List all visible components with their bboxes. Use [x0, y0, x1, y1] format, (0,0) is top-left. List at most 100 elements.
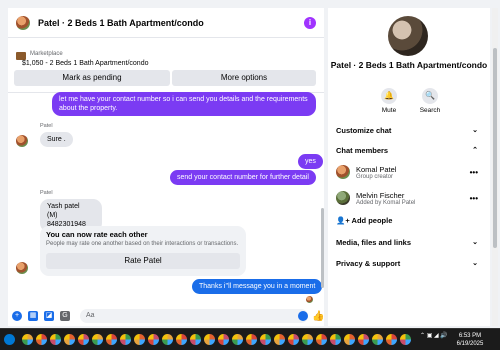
outgoing-message[interactable]: yes — [298, 154, 323, 169]
sender-avatar[interactable] — [16, 262, 28, 274]
add-person-icon: 👤+ — [336, 216, 350, 225]
outgoing-message[interactable]: send your contact number for further det… — [170, 170, 316, 185]
taskbar-app-icon[interactable] — [344, 334, 355, 345]
search-label: Search — [419, 107, 441, 114]
taskbar-app-icon[interactable] — [78, 334, 89, 345]
taskbar-app-icon[interactable] — [260, 334, 271, 345]
taskbar-app-icon[interactable] — [400, 334, 411, 345]
member-item[interactable]: Melvin Fischer Added by Komal Patel ••• — [336, 189, 482, 209]
gif-icon[interactable]: G — [60, 311, 70, 321]
privacy-label: Privacy & support — [336, 259, 401, 268]
contact-name: Yash patel — [47, 203, 80, 210]
taskbar-app-icon[interactable] — [274, 334, 285, 345]
rate-subtitle: People may rate one another based on the… — [46, 241, 239, 247]
taskbar-app-icon[interactable] — [372, 334, 383, 345]
taskbar-app-icon[interactable] — [50, 334, 61, 345]
taskbar-app-icon[interactable] — [288, 334, 299, 345]
taskbar-app-icon[interactable] — [232, 334, 243, 345]
like-icon[interactable]: 👍 — [312, 311, 324, 322]
messenger-window: Patel · 2 Beds 1 Bath Apartment/condo i … — [0, 0, 500, 328]
page-scrollbar[interactable] — [492, 8, 498, 326]
chat-header: Patel · 2 Beds 1 Bath Apartment/condo i — [8, 8, 324, 38]
search-icon: 🔍 — [422, 88, 438, 104]
taskbar-app-icon[interactable] — [218, 334, 229, 345]
message-input[interactable]: Aa — [80, 309, 308, 323]
taskbar-app-icon[interactable] — [64, 334, 75, 345]
taskbar-app-icon[interactable] — [120, 334, 131, 345]
taskbar-app-icon[interactable] — [190, 334, 201, 345]
image-icon[interactable]: ▦ — [28, 311, 38, 321]
info-icon[interactable]: i — [304, 17, 316, 29]
chevron-up-icon: ⌃ — [472, 147, 478, 154]
windows-start-icon[interactable] — [4, 334, 15, 345]
more-icon[interactable]: ••• — [470, 168, 478, 177]
mute-label: Mute — [381, 107, 397, 114]
taskbar: ⌃ ▣ ◢ 🔊 6:53 PM 6/19/2025 — [0, 328, 500, 350]
page-scroll-thumb[interactable] — [493, 48, 497, 248]
details-pane: Patel · 2 Beds 1 Bath Apartment/condo 🔔 … — [328, 8, 490, 326]
taskbar-app-icon[interactable] — [330, 334, 341, 345]
rate-title: You can now rate each other — [46, 230, 148, 239]
taskbar-app-icon[interactable] — [204, 334, 215, 345]
details-title: Patel · 2 Beds 1 Bath Apartment/condo — [330, 60, 488, 70]
chevron-down-icon: ⌄ — [472, 239, 478, 246]
search-button[interactable]: 🔍 Search — [410, 88, 450, 114]
taskbar-app-icon[interactable] — [148, 334, 159, 345]
media-label: Media, files and links — [336, 238, 412, 247]
system-tray: ⌃ ▣ ◢ 🔊 6:53 PM 6/19/2025 — [420, 332, 483, 347]
taskbar-app-icon[interactable] — [134, 334, 145, 345]
listing-thumbnail[interactable] — [16, 52, 26, 60]
seen-indicator — [306, 296, 313, 303]
chat-members-row[interactable]: Chat members ⌃ — [336, 146, 482, 155]
taskbar-app-icon[interactable] — [162, 334, 173, 345]
taskbar-app-icon[interactable] — [358, 334, 369, 345]
chat-scroll-thumb[interactable] — [321, 208, 324, 288]
chat-scrollbar[interactable] — [321, 98, 324, 298]
taskbar-app-icon[interactable] — [22, 334, 33, 345]
taskbar-app-icon[interactable] — [92, 334, 103, 345]
listing-detail[interactable]: $1,050 - 2 Beds 1 Bath Apartment/condo — [22, 60, 148, 67]
taskbar-app-icon[interactable] — [316, 334, 327, 345]
taskbar-app-icon[interactable] — [302, 334, 313, 345]
group-avatar[interactable] — [388, 16, 428, 56]
mark-pending-button[interactable]: Mark as pending — [14, 70, 170, 86]
outgoing-message[interactable]: let me have your contact number so i can… — [52, 92, 316, 116]
mute-button[interactable]: 🔔 Mute — [369, 88, 409, 114]
chat-avatar[interactable] — [16, 15, 30, 30]
clock-time: 6:53 PM — [458, 333, 482, 339]
bell-icon: 🔔 — [381, 88, 397, 104]
sender-name: Patel — [40, 123, 53, 129]
rate-button[interactable]: Rate Patel — [46, 253, 240, 269]
incoming-message[interactable]: Sure . — [40, 132, 73, 147]
member-name: Komal Patel — [356, 165, 397, 174]
listing-label: Marketplace — [30, 51, 63, 57]
more-options-button[interactable]: More options — [172, 70, 316, 86]
rate-card: You can now rate each other People may r… — [40, 226, 246, 276]
taskbar-app-icon[interactable] — [246, 334, 257, 345]
taskbar-app-icon[interactable] — [176, 334, 187, 345]
tray-icons[interactable]: ⌃ ▣ ◢ 🔊 — [420, 333, 448, 339]
chevron-down-icon: ⌄ — [472, 127, 478, 134]
media-row[interactable]: Media, files and links ⌄ — [336, 238, 482, 247]
taskbar-app-icon[interactable] — [386, 334, 397, 345]
clock[interactable]: 6:53 PM 6/19/2025 — [454, 332, 486, 348]
composer: + ▦ ◪ G Aa 👍 — [8, 306, 324, 326]
sender-avatar[interactable] — [16, 135, 28, 147]
sticker-icon[interactable]: ◪ — [44, 311, 54, 321]
clock-date: 6/19/2025 — [456, 341, 484, 347]
add-people-label: Add people — [351, 216, 393, 225]
customize-chat-row[interactable]: Customize chat ⌄ — [336, 126, 482, 135]
marketplace-listing: Marketplace $1,050 - 2 Beds 1 Bath Apart… — [8, 42, 324, 92]
chat-title[interactable]: Patel · 2 Beds 1 Bath Apartment/condo — [38, 18, 204, 28]
chevron-down-icon: ⌄ — [472, 260, 478, 267]
privacy-row[interactable]: Privacy & support ⌄ — [336, 259, 482, 268]
member-item[interactable]: Komal Patel Group creator ••• — [336, 163, 482, 183]
plus-icon[interactable]: + — [12, 311, 22, 321]
emoji-icon[interactable] — [298, 311, 308, 321]
chat-pane: Patel · 2 Beds 1 Bath Apartment/condo i … — [8, 8, 324, 326]
more-icon[interactable]: ••• — [470, 194, 478, 203]
add-people-row[interactable]: 👤+ Add people — [336, 216, 482, 225]
outgoing-message[interactable]: Thanks i''ll message you in a moment — [192, 279, 323, 294]
taskbar-app-icon[interactable] — [106, 334, 117, 345]
taskbar-app-icon[interactable] — [36, 334, 47, 345]
